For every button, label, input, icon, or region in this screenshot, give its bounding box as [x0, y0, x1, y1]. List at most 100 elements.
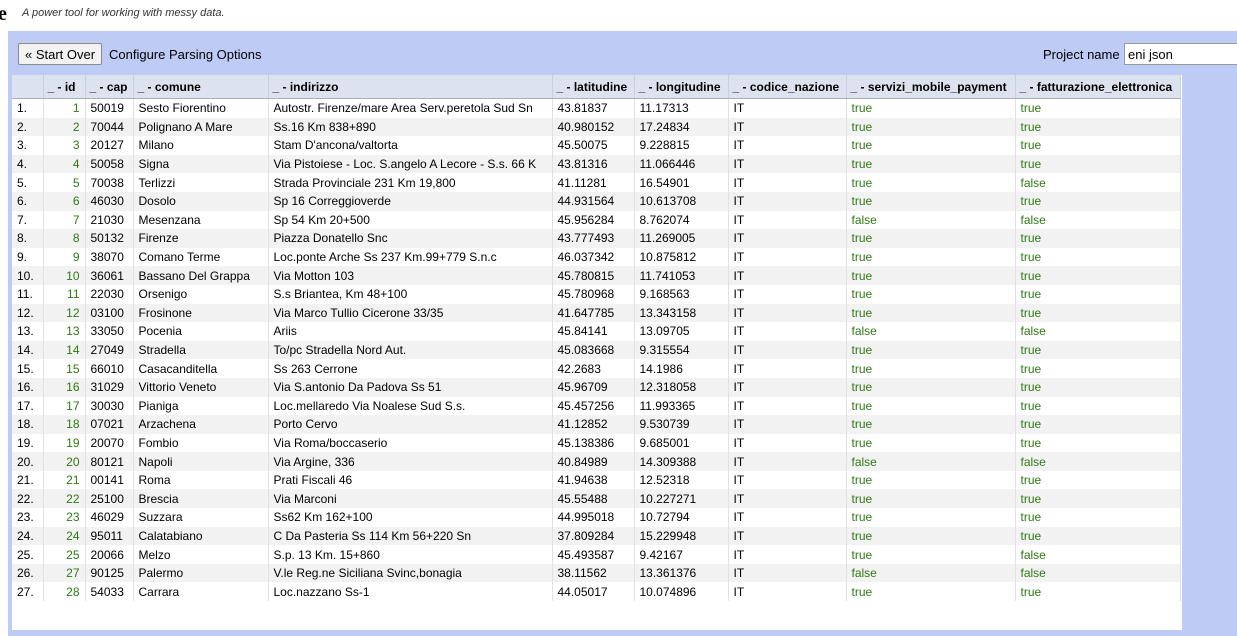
table-cell: 17	[43, 396, 86, 416]
column-header[interactable]: _ - codice_nazione	[728, 75, 847, 99]
table-cell: Orsenigo	[133, 284, 269, 304]
table-row: 21. 21 00141 Roma Prati Fiscali 46 41.94638 12…	[12, 470, 1181, 490]
row-index: 3.	[12, 136, 44, 155]
table-cell: IT	[728, 303, 847, 323]
table-cell: Porto Cervo	[268, 415, 553, 434]
table-cell: 37.809284	[552, 526, 635, 546]
table-cell: Piazza Donatello Snc	[268, 229, 553, 248]
table-row: 9. 9 38070 Comano Terme Loc.ponte Arche Ss 2…	[12, 247, 1181, 267]
table-cell: 11.066446	[634, 154, 729, 174]
row-index: 9.	[12, 247, 44, 267]
row-index: 26.	[12, 563, 44, 583]
table-cell: IT	[728, 508, 847, 527]
table-cell: Strada Provinciale 231 Km 19,800	[268, 173, 553, 192]
table-cell: Firenze	[133, 229, 269, 248]
table-cell: 43.81316	[552, 154, 635, 174]
table-cell: 03100	[85, 303, 134, 323]
column-header[interactable]: _ - fatturazione_elettronica	[1015, 75, 1181, 99]
table-cell: Via Marconi	[268, 489, 553, 509]
table-cell: true	[846, 508, 1016, 527]
table-cell: 16	[43, 377, 86, 397]
table-cell: IT	[728, 582, 847, 602]
table-cell: 14	[43, 340, 86, 360]
table-cell: IT	[728, 377, 847, 397]
table-cell: IT	[728, 173, 847, 192]
table-cell: 11.269005	[634, 229, 729, 248]
table-cell: IT	[728, 489, 847, 509]
table-cell: true	[1015, 266, 1181, 285]
table-cell: 40.84989	[552, 452, 635, 471]
row-index: 13.	[12, 322, 44, 341]
table-row: 23. 23 46029 Suzzara Ss62 Km 162+100 44.99501…	[12, 508, 1181, 527]
table-cell: 40.980152	[552, 117, 635, 137]
table-cell: 5	[43, 173, 86, 192]
row-index: 20.	[12, 452, 44, 471]
table-row: 17. 17 30030 Pianiga Loc.mellaredo Via Noale…	[12, 396, 1181, 416]
table-row: 19. 19 20070 Fombio Via Roma/boccaserio 45.13…	[12, 433, 1181, 453]
table-row: 5. 5 70038 Terlizzi Strada Provinciale 231 K…	[12, 173, 1181, 192]
table-cell: 9.42167	[634, 545, 729, 564]
column-header[interactable]: _ - comune	[133, 75, 269, 99]
table-cell: Via Roma/boccaserio	[268, 433, 553, 453]
table-cell: 95011	[85, 526, 134, 546]
table-cell: true	[846, 415, 1016, 434]
table-cell: Mesenzana	[133, 210, 269, 230]
table-cell: 45.493587	[552, 545, 635, 564]
table-cell: true	[846, 433, 1016, 453]
table-cell: true	[846, 396, 1016, 416]
row-index: 22.	[12, 489, 44, 509]
table-cell: 41.12852	[552, 415, 635, 434]
table-cell: IT	[728, 563, 847, 583]
table-cell: 25	[43, 545, 86, 564]
table-cell: true	[846, 247, 1016, 267]
column-header[interactable]: _ - indirizzo	[268, 75, 553, 99]
column-header[interactable]: _ - id	[43, 75, 86, 99]
table-cell: 11.993365	[634, 396, 729, 416]
row-index: 8.	[12, 229, 44, 248]
table-cell: 21030	[85, 210, 134, 230]
table-cell: IT	[728, 545, 847, 564]
table-cell: 13.343158	[634, 303, 729, 323]
table-cell: true	[846, 526, 1016, 546]
app-tagline: A power tool for working with messy data…	[22, 7, 225, 19]
table-cell: Calatabiano	[133, 526, 269, 546]
table-cell: false	[846, 452, 1016, 471]
table-cell: Stradella	[133, 340, 269, 360]
column-header[interactable]: _ - longitudine	[634, 75, 729, 99]
row-index: 24.	[12, 526, 44, 546]
table-cell: S.s Briantea, Km 48+100	[268, 284, 553, 304]
start-over-button[interactable]: « Start Over	[18, 43, 103, 65]
table-row: 22. 22 25100 Brescia Via Marconi 45.55488 10.2…	[12, 489, 1181, 509]
table-cell: false	[1015, 322, 1181, 341]
row-index: 7.	[12, 210, 44, 230]
table-cell: Vittorio Veneto	[133, 377, 269, 397]
table-cell: Signa	[133, 154, 269, 174]
table-cell: true	[846, 98, 1016, 118]
table-cell: false	[846, 322, 1016, 341]
table-row: 12. 12 03100 Frosinone Via Marco Tullio Cice…	[12, 303, 1181, 323]
table-cell: true	[846, 191, 1016, 211]
table-cell: 12	[43, 303, 86, 323]
column-header[interactable]: _ - cap	[85, 75, 134, 99]
table-cell: Loc.mellaredo Via Noalese Sud S.s.	[268, 396, 553, 416]
table-cell: true	[1015, 582, 1181, 602]
table-cell: Via Marco Tullio Cicerone 33/35	[268, 303, 553, 323]
table-cell: 41.647785	[552, 303, 635, 323]
table-cell: Bassano Del Grappa	[133, 266, 269, 285]
table-row: 11. 11 22030 Orsenigo S.s Briantea, Km 48+10…	[12, 284, 1181, 304]
row-index: 5.	[12, 173, 44, 192]
table-cell: true	[1015, 526, 1181, 546]
table-cell: 10.875812	[634, 247, 729, 267]
table-row: 2. 2 70044 Polignano A Mare Ss.16 Km 838+890…	[12, 117, 1181, 137]
project-name-input[interactable]	[1124, 43, 1237, 65]
column-header[interactable]: _ - latitudine	[552, 75, 635, 99]
table-cell: 90125	[85, 563, 134, 583]
table-cell: true	[1015, 284, 1181, 304]
column-header[interactable]: _ - servizi_mobile_payment	[846, 75, 1016, 99]
table-cell: Via Pistoiese - Loc. S.angelo A Lecore -…	[268, 154, 553, 174]
table-cell: Arzachena	[133, 415, 269, 434]
table-cell: true	[846, 377, 1016, 397]
table-cell: 45.50075	[552, 136, 635, 155]
table-cell: Carrara	[133, 582, 269, 602]
table-cell: 24	[43, 526, 86, 546]
